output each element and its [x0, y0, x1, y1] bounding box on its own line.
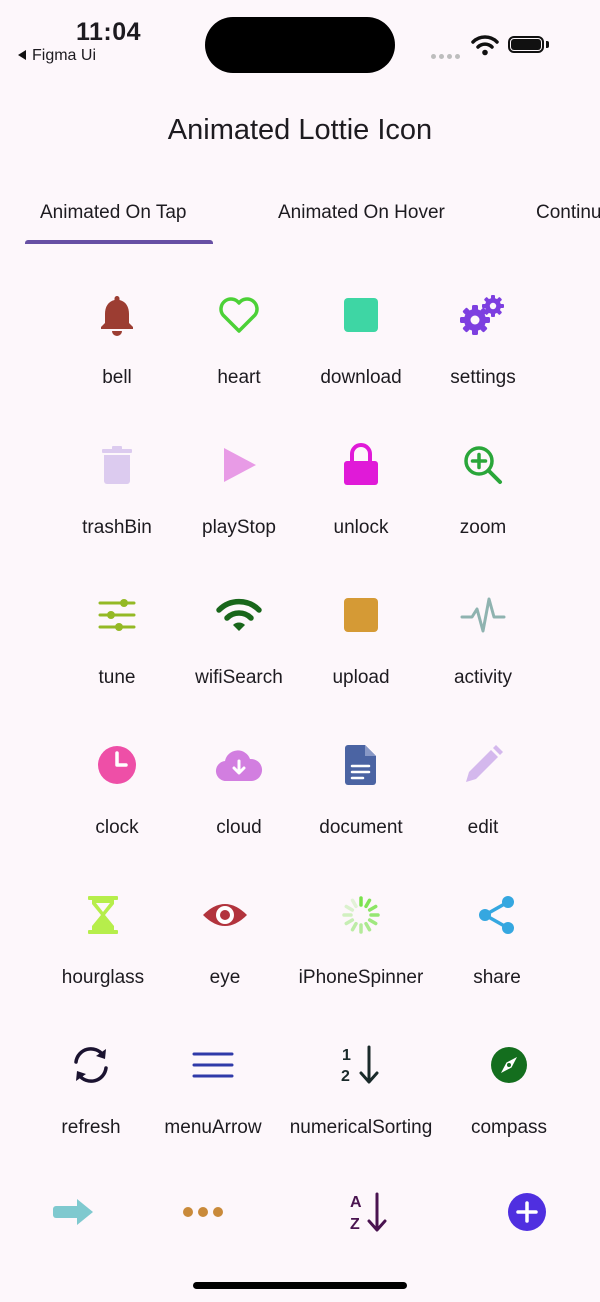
activity-icon [460, 597, 506, 633]
share-icon [479, 896, 514, 934]
clock-icon [98, 746, 136, 784]
battery-cap [546, 41, 549, 48]
svg-text:Z: Z [350, 1216, 360, 1233]
bell-icon [101, 296, 133, 336]
add-circle-icon [508, 1193, 546, 1231]
dynamic-island [205, 17, 395, 73]
lock-icon [344, 443, 378, 485]
svg-text:A: A [350, 1194, 362, 1211]
wifi-status-icon [471, 35, 499, 56]
menu-icon [192, 1052, 234, 1078]
eye-icon [203, 904, 247, 926]
tab-animated-on-tap[interactable]: Animated On Tap [40, 202, 186, 224]
icon-label: numericalSorting [289, 1117, 433, 1138]
svg-text:2: 2 [341, 1068, 350, 1085]
active-tab-indicator [25, 240, 213, 244]
battery-icon [508, 36, 544, 53]
back-triangle-icon [18, 50, 26, 60]
compass-icon [491, 1047, 527, 1083]
heart-icon [219, 297, 259, 333]
tab-continuous[interactable]: Continu [536, 202, 600, 224]
pencil-icon [466, 745, 503, 782]
arrow-right-icon [53, 1199, 93, 1225]
status-time: 11:04 [76, 18, 142, 46]
tab-bar: Animated On Tap Animated On Hover Contin… [0, 190, 600, 246]
icon-label: compass [470, 1117, 548, 1138]
icon-label: edit [467, 817, 499, 838]
icon-label: activity [453, 667, 513, 688]
spinner-icon [342, 896, 380, 934]
icon-label: share [473, 967, 521, 988]
cellular-signal-icon [431, 46, 463, 64]
upload-icon [344, 598, 378, 632]
zoom-icon [464, 446, 502, 484]
more-dots-icon [183, 1207, 223, 1217]
back-app-label: Figma Ui [32, 47, 97, 64]
home-indicator [193, 1282, 407, 1289]
tab-animated-on-hover[interactable]: Animated On Hover [278, 202, 445, 224]
document-icon [345, 745, 376, 785]
icon-label: zoom [459, 517, 507, 538]
svg-text:1: 1 [342, 1047, 351, 1064]
download-icon [344, 298, 378, 332]
trash-icon [102, 446, 132, 484]
alpha-sort-icon: A Z [350, 1192, 387, 1233]
refresh-icon [74, 1047, 108, 1083]
hourglass-icon [88, 896, 118, 934]
settings-icon [460, 295, 504, 335]
page-title: Animated Lottie Icon [167, 114, 433, 146]
number-sort-icon: 1 2 [341, 1045, 379, 1085]
icon-label: menuArrow [164, 1117, 262, 1138]
cloud-icon [215, 750, 263, 782]
play-icon [224, 448, 256, 482]
icon-label: settings [450, 367, 516, 388]
status-bar: 11:04 Figma Ui [0, 0, 600, 90]
wifi-icon [216, 598, 262, 631]
tune-icon [98, 599, 136, 631]
back-to-app-link[interactable]: Figma Ui [18, 47, 96, 65]
